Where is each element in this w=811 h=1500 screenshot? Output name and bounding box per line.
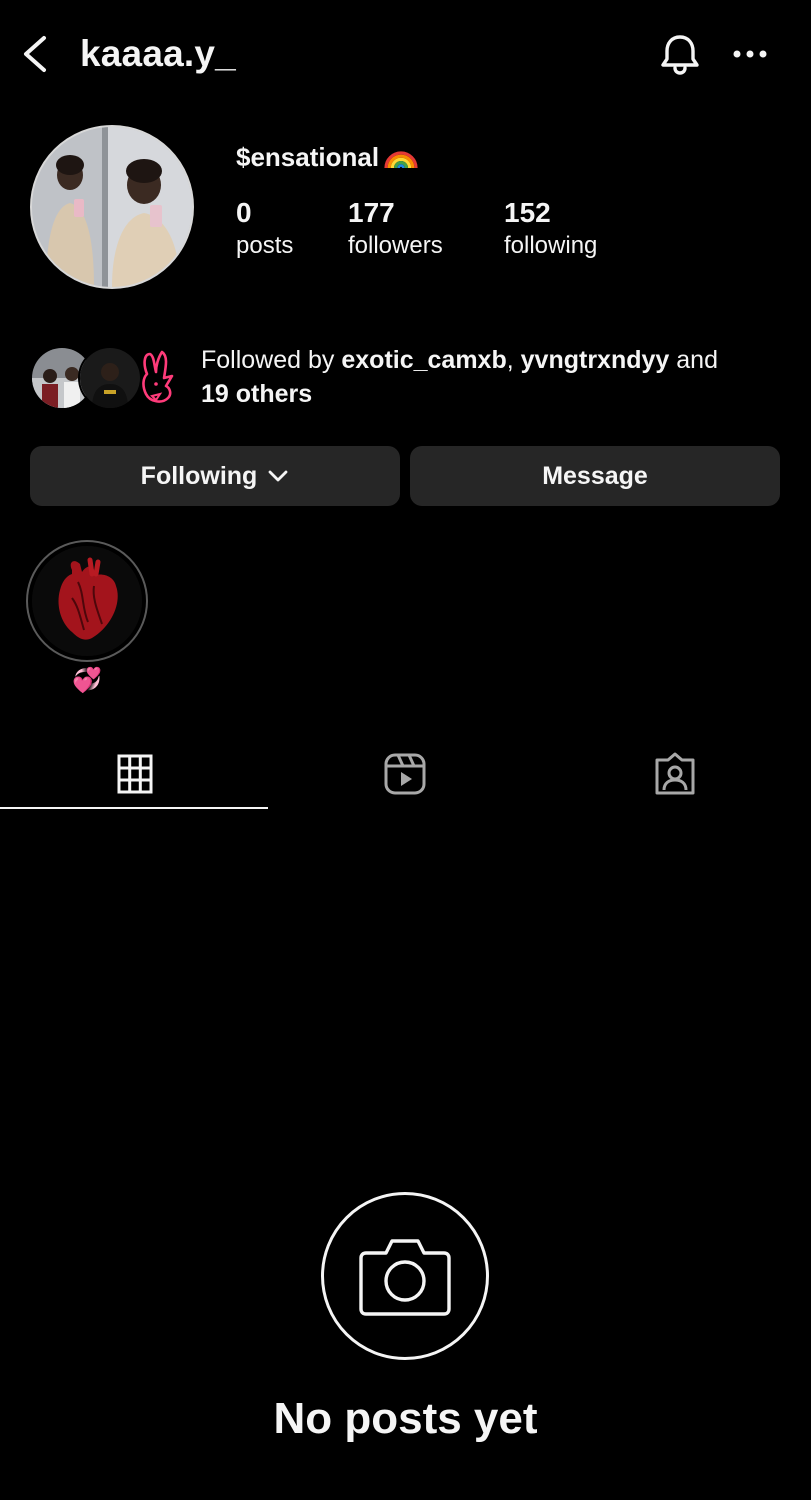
chevron-left-icon <box>24 36 46 72</box>
message-button[interactable]: Message <box>410 446 780 506</box>
followers-count[interactable]: 177 followers <box>348 196 443 262</box>
mutual-avatar <box>78 346 142 410</box>
following-value: 152 <box>504 197 551 228</box>
chevron-down-icon <box>268 470 288 482</box>
more-options-button[interactable] <box>726 30 774 78</box>
following-button-label: Following <box>140 461 258 490</box>
tagged-person-icon <box>655 752 695 795</box>
highlight-cover <box>32 546 142 656</box>
following-button[interactable]: Following <box>30 446 400 506</box>
followers-label: followers <box>348 232 443 259</box>
more-horizontal-icon <box>733 50 767 58</box>
following-label: following <box>504 232 598 259</box>
followed-by-separator: , <box>506 346 521 374</box>
tab-posts-grid[interactable] <box>0 740 270 808</box>
back-button[interactable] <box>14 30 58 78</box>
highlight-label: 💞 <box>72 667 102 694</box>
posts-label: posts <box>236 232 294 259</box>
followed-by-conj: and <box>669 346 718 374</box>
avatar-photo <box>32 127 192 287</box>
playboy-bunny-icon <box>134 348 180 408</box>
profile-avatar[interactable] <box>30 125 194 289</box>
tab-reels[interactable] <box>270 740 540 808</box>
empty-state-camera <box>321 1192 489 1360</box>
reels-icon <box>384 753 426 795</box>
grid-icon <box>117 754 153 794</box>
mutual-followers-avatars[interactable] <box>30 346 180 410</box>
active-tab-indicator <box>0 807 268 809</box>
following-count[interactable]: 152 following <box>504 196 597 262</box>
mutual-user-2[interactable]: yvngtrxndyy <box>521 346 670 374</box>
display-name-text: $ensational <box>236 142 380 172</box>
message-button-label: Message <box>542 461 648 490</box>
tab-tagged[interactable] <box>540 740 810 808</box>
bell-icon <box>661 35 699 75</box>
camera-icon <box>359 1239 451 1316</box>
empty-state-title: No posts yet <box>273 1394 538 1443</box>
story-highlight[interactable] <box>26 540 148 662</box>
followers-value: 177 <box>348 197 395 228</box>
display-name: $ensational <box>236 140 419 174</box>
posts-count: 0 posts <box>236 196 293 262</box>
followed-by-text[interactable]: Followed by exotic_camxb, yvngtrxndyy an… <box>201 343 791 411</box>
notifications-button[interactable] <box>656 30 704 78</box>
rainbow-emoji-icon <box>384 151 418 169</box>
mutual-user-1[interactable]: exotic_camxb <box>341 346 506 374</box>
profile-username: kaaaa.y_ <box>80 33 236 74</box>
followed-by-prefix: Followed by <box>201 346 342 374</box>
mutual-others[interactable]: 19 others <box>201 380 312 408</box>
posts-value: 0 <box>236 197 252 228</box>
anatomical-heart-icon <box>32 546 142 656</box>
